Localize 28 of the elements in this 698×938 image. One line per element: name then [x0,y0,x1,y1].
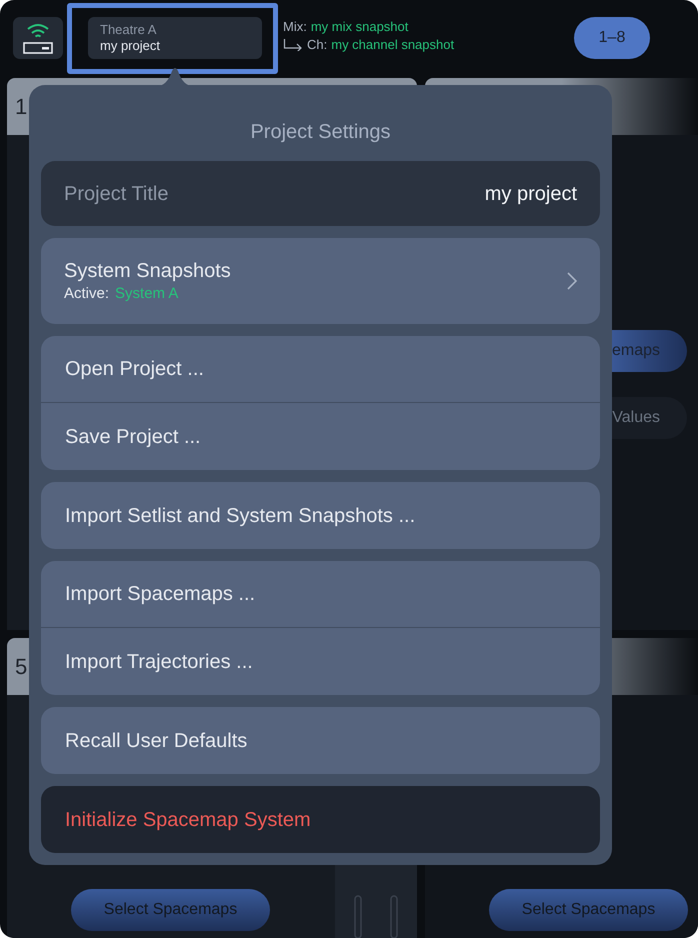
system-snapshots-row[interactable]: System Snapshots Active: System A [41,238,600,324]
return-arrow-icon [283,39,303,51]
menu-item[interactable]: Import Spacemaps ... [41,561,600,628]
field-value: my project [484,182,577,206]
channel-snapshot: my channel snapshot [331,36,454,54]
popover-title: Project Settings [250,120,391,145]
panel-number: 1 [15,93,28,121]
mix-snapshot: my mix snapshot [310,18,408,36]
bank-button[interactable]: 1–8 [574,17,650,59]
active-label: Active: [64,284,110,304]
field-label: Project Title [64,182,168,206]
wireless-device-icon [22,21,54,55]
device-name: Theatre A [100,22,158,38]
menu-item[interactable]: Recall User Defaults [41,707,600,774]
project-name: my project [100,38,161,54]
project-button[interactable]: Theatre A my project [88,17,262,59]
mix-label: Mix: [283,18,307,36]
chevron-right-icon [567,272,577,290]
project-title-field[interactable]: Project Title my project [41,161,600,226]
menu-item[interactable]: Open Project ... [41,336,600,403]
initialize-button[interactable]: Initialize Spacemap System [41,786,600,853]
menu-item[interactable]: Import Trajectories ... [41,628,600,695]
row-label: System Snapshots [64,259,231,284]
panel-number: 5 [15,653,28,681]
channel-label: Ch: [307,36,328,54]
device-button[interactable] [13,17,63,59]
active-snapshot: System A [115,284,178,304]
menu-item[interactable]: Import Setlist and System Snapshots ... [41,482,600,549]
